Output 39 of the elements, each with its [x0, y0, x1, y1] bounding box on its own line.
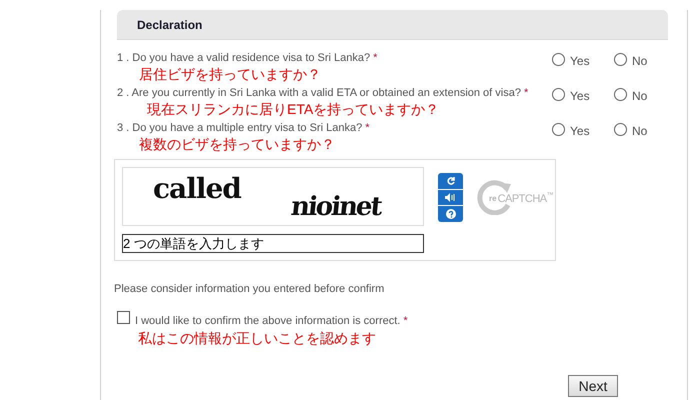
option-label: Yes	[570, 88, 590, 105]
captcha-word: called	[153, 171, 241, 207]
captcha-word: nioinet	[288, 191, 383, 224]
japanese-note: 現在スリランカに居りETAを持っていますか？	[147, 100, 440, 118]
speaker-icon	[445, 193, 456, 202]
radio-button[interactable]	[552, 123, 565, 136]
recaptcha-logo-prefix: re	[489, 193, 497, 205]
radio-button[interactable]	[614, 53, 627, 66]
question-text: 2 . Are you currently in Sri Lanka with a valid ETA or obtained an extension of visa?	[117, 87, 521, 99]
captcha-input-field[interactable]: 2 つの単語を入力します	[122, 234, 424, 253]
question-text: 1 . Do you have a valid residence visa to Sri Lanka?	[117, 52, 370, 64]
radio-button[interactable]	[552, 88, 565, 101]
help-icon	[446, 209, 456, 219]
confirm-checkbox[interactable]	[117, 310, 130, 324]
required-mark: *	[524, 87, 528, 99]
option-label: Yes	[570, 53, 590, 70]
question-text: 3 . Do you have a multiple entry visa to Sri Lanka?	[117, 122, 362, 134]
required-mark: *	[373, 52, 378, 64]
option-label: Yes	[570, 123, 590, 140]
radio-button[interactable]	[552, 53, 565, 66]
japanese-note: 居住ビザを持っていますか？	[139, 65, 322, 83]
refresh-button[interactable]	[438, 173, 463, 189]
help-button[interactable]	[438, 206, 463, 222]
radio-button[interactable]	[614, 123, 627, 136]
option-label: No	[632, 88, 648, 105]
japanese-note: 複数のビザを持っていますか？	[139, 135, 336, 153]
notice-text: Please consider information you entered before confirm	[114, 282, 386, 297]
next-button[interactable]: Next	[568, 375, 618, 397]
option-label: No	[632, 123, 648, 140]
required-mark: *	[365, 122, 370, 134]
radio-button[interactable]	[614, 88, 627, 101]
recaptcha-logo: CAPTCHA	[498, 192, 547, 207]
option-label: No	[632, 53, 648, 70]
confirm-label: I would like to confirm the above information is correct.	[135, 314, 400, 326]
required-mark: *	[403, 314, 408, 326]
refresh-icon	[446, 176, 456, 186]
audio-button[interactable]	[438, 190, 463, 205]
japanese-note: 私はこの情報が正しいことを認めます	[138, 329, 377, 347]
section-title: Declaration	[137, 16, 202, 34]
